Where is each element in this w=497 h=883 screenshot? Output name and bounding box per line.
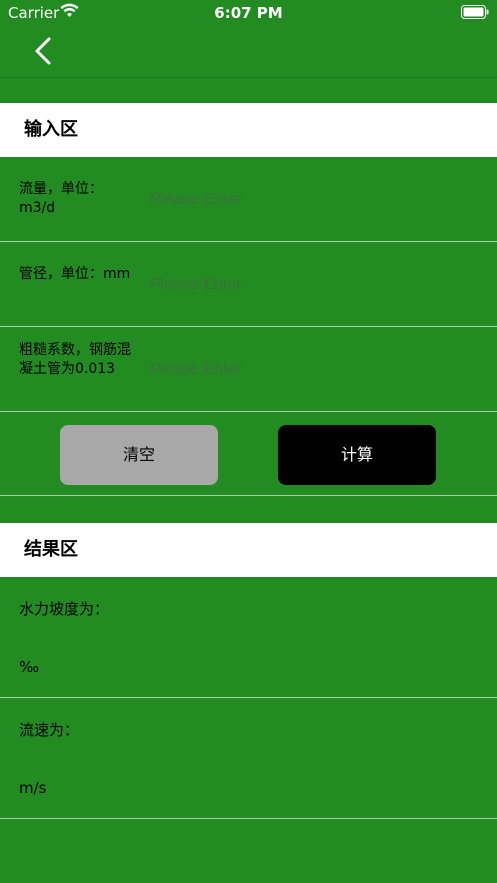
result-section-title: 结果区 <box>24 539 78 560</box>
status-bar: Carrier 6:07 PM <box>0 0 497 26</box>
roughness-row: 粗糙系数，钢筋混凝土管为0.013 <box>0 327 497 412</box>
flow-input[interactable] <box>150 185 470 215</box>
button-row-divider <box>0 412 497 496</box>
diameter-input[interactable] <box>150 270 470 300</box>
slope-result-label: 水力坡度为： <box>19 600 110 618</box>
diameter-row: 管径，单位：mm <box>0 242 497 327</box>
navigation-bar <box>0 26 497 78</box>
velocity-result-label: 流速为： <box>19 721 80 739</box>
flow-label: 流量，单位：m3/d <box>19 181 103 216</box>
velocity-result-unit: m/s <box>19 779 47 797</box>
clock-time: 6:07 PM <box>214 4 283 22</box>
input-section-title: 输入区 <box>24 119 78 140</box>
slope-result-unit: ‰ <box>19 658 40 676</box>
slope-result-row: 水力坡度为： ‰ <box>0 577 497 698</box>
chevron-left-icon <box>35 37 51 65</box>
back-button[interactable] <box>30 36 58 66</box>
input-section-header: 输入区 <box>0 103 497 157</box>
diameter-label: 管径，单位：mm <box>19 266 131 282</box>
flow-row: 流量，单位：m3/d <box>0 157 497 242</box>
velocity-result-row: 流速为： m/s <box>0 698 497 819</box>
roughness-input[interactable] <box>150 355 470 385</box>
result-section-header: 结果区 <box>0 523 497 577</box>
roughness-label: 粗糙系数，钢筋混凝土管为0.013 <box>19 342 131 377</box>
battery-icon <box>461 5 489 19</box>
